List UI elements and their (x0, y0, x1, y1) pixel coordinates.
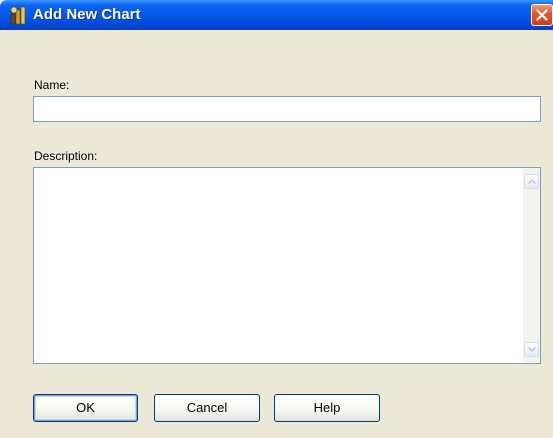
ok-button[interactable]: OK (33, 394, 138, 422)
title-bar[interactable]: Add New Chart (0, 0, 553, 30)
chevron-up-icon (528, 179, 536, 184)
description-box (33, 167, 541, 364)
close-icon (536, 9, 548, 21)
name-label: Name: (34, 78, 70, 92)
description-scrollbar[interactable] (523, 168, 540, 363)
window-title: Add New Chart (33, 6, 141, 23)
close-button[interactable] (531, 4, 553, 26)
scroll-up-button[interactable] (524, 174, 539, 189)
cancel-button[interactable]: Cancel (154, 394, 260, 422)
scroll-down-button[interactable] (524, 342, 539, 357)
help-button[interactable]: Help (274, 394, 380, 422)
name-field[interactable] (33, 96, 541, 122)
description-label: Description: (34, 149, 98, 163)
chevron-down-icon (528, 347, 536, 352)
chart-wizard-icon (9, 5, 31, 25)
description-field[interactable] (34, 168, 523, 363)
